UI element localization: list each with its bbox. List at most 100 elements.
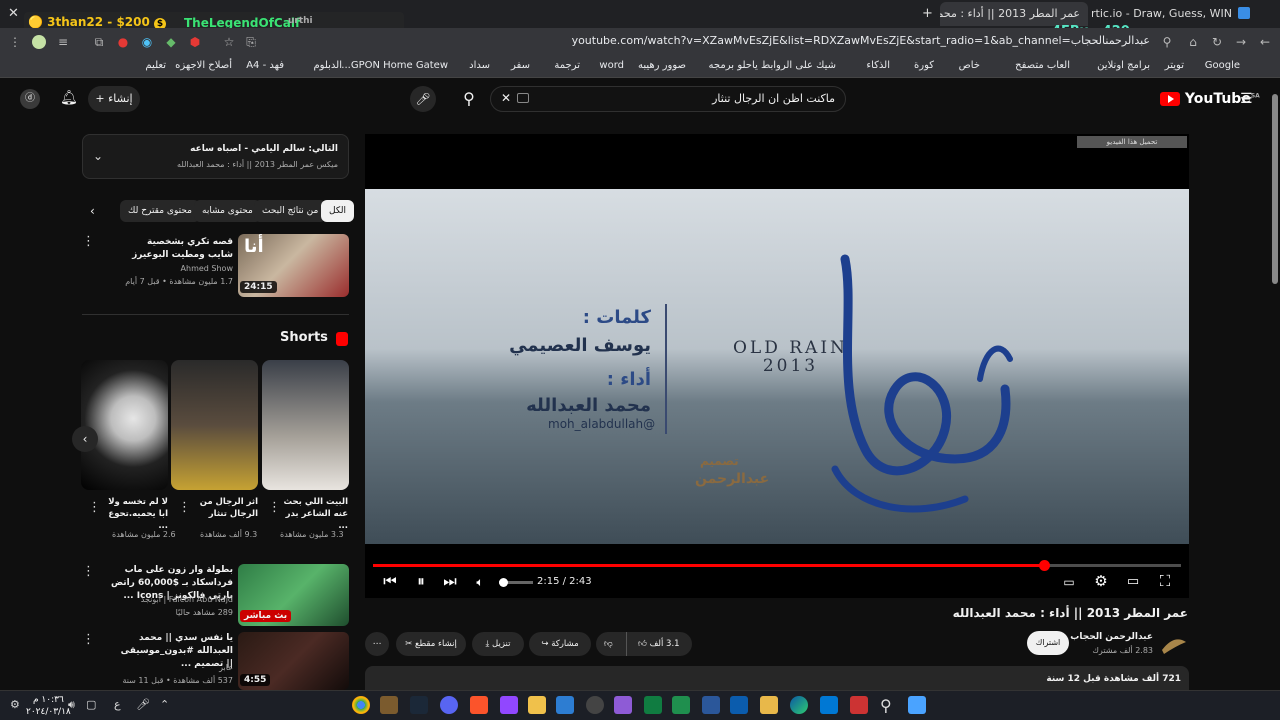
chip-all[interactable]: الكل [321,200,355,222]
video-thumbnail[interactable]: 4:55 [238,632,349,690]
subtitles-icon[interactable]: ▭ [1058,575,1080,589]
tab-youtube[interactable]: عمر المطر 2013 || أداء : محمد العبدالله [940,2,1088,26]
pause-icon[interactable]: ⏸︎ [410,572,432,590]
app-icon[interactable] [586,696,604,714]
bookmark-item[interactable]: خاص [959,60,980,71]
bookmark-item[interactable]: الذكاء [866,60,890,71]
profile-avatar[interactable] [32,35,46,49]
app-icon[interactable] [614,696,632,714]
volume-icon[interactable]: 🔈︎ [469,575,491,590]
download-button[interactable]: تنزيل ⤓ [472,632,524,656]
settings-gear-icon[interactable]: ⚙︎ [10,698,20,711]
chrome-icon[interactable] [352,696,370,714]
page-scrollbar[interactable] [1270,80,1280,690]
bookmark-item[interactable]: كورة [914,60,934,71]
bookmark-item[interactable]: شيك على الروابط ياحلو [737,60,836,71]
discord-icon[interactable] [440,696,458,714]
clear-search-icon[interactable]: ✕ [501,91,511,105]
download-overlay[interactable]: تحميل هذا الفيديو [1077,136,1187,148]
search-input[interactable]: ✕ ماكنت اظن ان الرجال تنثار [490,86,846,112]
bookmark-item[interactable]: تويتر [1165,60,1184,71]
bookmark-item[interactable]: برمجه [709,60,734,71]
dislike-icon[interactable]: 👎︎ [604,632,613,656]
bookmark-item[interactable]: العاب متصفح [1015,60,1070,71]
hamburger-menu-icon[interactable]: ☰ [1240,91,1253,107]
short-title[interactable]: البيت اللي بحث عنه الشاعر بدر ... [278,496,348,532]
video-thumbnail[interactable]: أنا 24:15 [238,234,349,297]
next-up-panel[interactable]: التالي: سالم اليامي - اصباه ساعه ميكس عم… [82,134,349,179]
tab-gartic[interactable]: Gartic.io - Draw, Guess, WIN [1090,2,1240,26]
video-frame[interactable]: OLD RAIN 2013 كلمات : يوسف العصيمي أداء :… [365,189,1189,544]
subscribe-button[interactable]: اشتراك [1027,631,1069,655]
notifications-bell-icon[interactable]: 🔔︎ [60,90,78,106]
settings-gear-icon[interactable]: ⚙︎ [1090,572,1112,590]
more-actions-icon[interactable]: ⋮ [178,500,191,515]
volume-knob[interactable] [499,578,508,587]
extensions-icon[interactable]: ⧉ [92,35,106,49]
progress-bar[interactable] [373,560,1181,571]
close-icon[interactable]: ✕ [8,6,19,21]
list-item[interactable]: 4:55 يا نفس سدي || محمد العبدالله #بدون_… [82,630,349,690]
chip-recommended[interactable]: محتوى مقترح لك [120,200,200,222]
xbox-icon[interactable] [644,696,662,714]
chevron-left-icon[interactable]: ‹ [72,426,98,452]
short-title[interactable]: اثر الرجال من الرجال تنثار [188,496,258,520]
language-indicator[interactable]: ع [114,698,121,711]
back-icon[interactable]: ← [1258,35,1272,49]
outlook-icon[interactable] [820,696,838,714]
bookmark-item[interactable]: برامج اونلاين [1097,60,1150,71]
reading-list-icon[interactable]: ≡ [56,35,70,49]
bookmark-item[interactable]: تعليم [145,60,166,71]
voice-search-icon[interactable]: 🎤︎ [410,86,436,112]
search-icon[interactable]: ⚲ [880,696,892,715]
bookmark-item[interactable]: ترجمة [554,60,580,71]
video-thumbnail[interactable]: بث مباشر [238,564,349,626]
theater-mode-icon[interactable]: ▭ [1122,574,1144,589]
next-icon[interactable]: ⏭︎ [439,572,461,590]
microphone-icon[interactable]: 🎤︎ [136,698,150,711]
edge-icon[interactable] [790,696,808,714]
steam-icon[interactable] [410,696,428,714]
scrollbar-thumb[interactable] [1272,94,1278,284]
site-info-icon[interactable]: ⚲ [1160,35,1174,49]
word-icon[interactable] [702,696,720,714]
app-icon[interactable] [500,696,518,714]
chevron-up-icon[interactable]: ⌃ [160,698,169,711]
bookmark-item[interactable]: صوور رهيبه [638,60,686,71]
windows-start-icon[interactable] [908,696,926,714]
short-thumbnail[interactable] [262,360,349,490]
video-title[interactable]: يا نفس سدي || محمد العبدالله #بدون_موسيق… [113,632,233,671]
new-tab-button[interactable]: + [922,6,933,21]
progress-scrubber[interactable] [1038,560,1050,571]
app-icon[interactable] [380,696,398,714]
short-thumbnail[interactable] [171,360,258,490]
bookmark-item[interactable]: الدبلوم [313,60,342,71]
network-icon[interactable]: ▢ [86,698,96,711]
install-app-icon[interactable]: ⎘ [244,35,258,49]
channel-name[interactable]: Falcon Abu Najd | أبونجد [141,595,233,604]
fullscreen-icon[interactable]: ⛶ [1154,572,1176,590]
forward-icon[interactable]: → [1234,35,1248,49]
create-button[interactable]: + إنشاء [88,86,140,112]
file-explorer-icon[interactable] [760,696,778,714]
bookmark-item[interactable]: Google [1205,60,1240,71]
bookmark-item[interactable]: فهد - A4 [246,60,284,71]
bookmark-item[interactable]: GPON Home Gatew... [341,60,448,71]
more-actions-icon[interactable]: ⋮ [268,500,281,515]
video-title[interactable]: قصه تكري بشخصية شايب ومطيت البوعيرز [123,236,233,262]
url-text[interactable]: youtube.com/watch?v=XZawMvEsZjE&list=RDX… [572,34,1150,47]
search-icon[interactable]: ⚲ [452,86,486,112]
adblock-icon[interactable]: ⬢ [188,35,202,49]
channel-avatar[interactable] [1160,632,1188,656]
short-thumbnail[interactable] [81,360,168,490]
more-actions-icon[interactable]: ⋮ [88,500,101,515]
bookmark-item[interactable]: سداد [469,60,490,71]
bookmark-item[interactable]: سفر [511,60,530,71]
chevron-down-icon[interactable]: ⌄ [93,149,103,163]
extension-icon[interactable] [1238,7,1250,19]
app-icon[interactable] [528,696,546,714]
video-player[interactable]: تحميل هذا الفيديو OLD RAIN 2013 كلمات : ي… [365,134,1189,598]
extension-icon[interactable]: ◉ [140,35,154,49]
more-actions-icon[interactable]: ⋮ [82,564,95,579]
reload-icon[interactable]: ↻ [1210,35,1224,49]
